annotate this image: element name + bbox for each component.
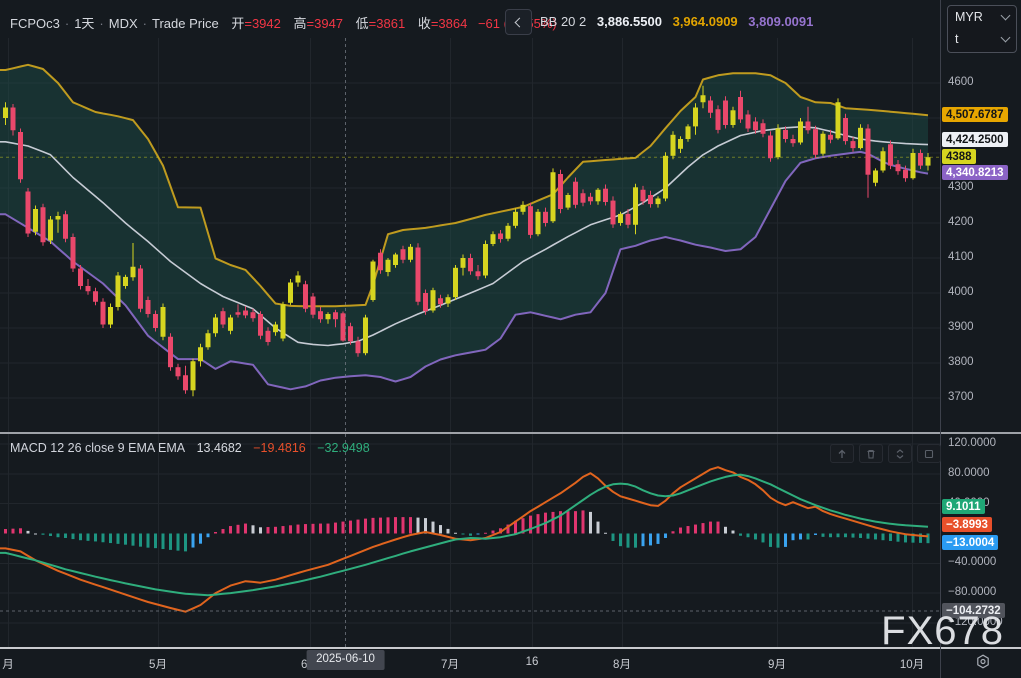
macd-axis-label: −40.0000	[948, 556, 996, 568]
macd-label[interactable]: MACD 12 26 close 9 EMA EMA	[10, 441, 185, 455]
macd-pane-toolbar	[830, 444, 941, 463]
price-axis[interactable]: 4600 4300 4200 4100 4000 3900 3800 3700 120.0000…	[941, 0, 1021, 648]
interval-label[interactable]: 1天	[74, 16, 94, 31]
legend-separator: ·	[65, 16, 69, 31]
chevron-down-icon	[1001, 33, 1011, 43]
chart-legend: FCPOc3·1天·MDX·Trade Price 开=3942 高=3947 …	[10, 13, 557, 32]
price-axis-separator	[940, 0, 941, 678]
time-axis-label: 16	[526, 656, 539, 668]
price-axis-label: 4200	[948, 216, 974, 228]
time-axis[interactable]: 月5月6月7月168月9月10月2025-06-10	[0, 649, 1021, 678]
bb-lower-value: 3,809.0091	[748, 14, 813, 29]
time-axis-label: 10月	[900, 656, 924, 672]
high-label: 高	[294, 16, 307, 31]
macd-axis-label: −80.0000	[948, 586, 996, 598]
symbol-name[interactable]: FCPOc3	[10, 16, 60, 31]
price-axis-label: 3700	[948, 391, 974, 403]
close-value: =3864	[431, 16, 468, 31]
bb-middle-value: 3,886.5500	[597, 14, 662, 29]
bb-lower-badge: 4,340.8213	[942, 165, 1008, 180]
price-axis-label: 4000	[948, 286, 974, 298]
bb-middle-badge: 4,424.2500	[942, 132, 1008, 147]
unit-dropdown[interactable]: t	[948, 28, 1016, 50]
macd-line-value: −19.4816	[253, 441, 305, 455]
fx678-watermark: FX678	[881, 609, 1004, 654]
macd-signal-value: −32.9498	[317, 441, 369, 455]
pane-divider[interactable]	[0, 432, 1021, 434]
collapse-pane-button[interactable]	[888, 444, 912, 463]
time-axis-label: 9月	[768, 656, 786, 672]
bb-upper-badge: 4,507.6787	[942, 107, 1008, 122]
legend-back-button[interactable]	[505, 9, 532, 35]
histogram-value-badge: −13.0004	[942, 535, 998, 550]
low-label: 低	[356, 16, 369, 31]
time-axis-settings-button[interactable]	[974, 653, 992, 676]
macd-axis-label: 80.0000	[948, 467, 990, 479]
currency-value: MYR	[955, 10, 983, 24]
price-axis-label: 3900	[948, 321, 974, 333]
currency-dropdown[interactable]: MYR	[948, 6, 1016, 28]
maximize-icon	[923, 448, 935, 460]
time-axis-label: 月	[2, 656, 14, 672]
low-value: =3861	[369, 16, 406, 31]
chevron-left-icon	[515, 17, 525, 27]
chart-canvas[interactable]	[0, 0, 940, 648]
close-label: 收	[418, 16, 431, 31]
price-axis-label: 4600	[948, 76, 974, 88]
gear-icon	[974, 653, 992, 671]
currency-unit-selector: MYR t	[947, 5, 1017, 53]
time-axis-label: 5月	[149, 656, 167, 672]
move-pane-up-button[interactable]	[830, 444, 854, 463]
delete-indicator-button[interactable]	[859, 444, 883, 463]
trading-chart-window: FCPOc3·1天·MDX·Trade Price 开=3942 高=3947 …	[0, 0, 1021, 678]
price-axis-label: 3800	[948, 356, 974, 368]
collapse-icon	[894, 448, 906, 460]
series-type-label: Trade Price	[152, 16, 219, 31]
signal-value-badge: 9.1011	[942, 499, 985, 514]
last-price-badge: 4388	[942, 149, 976, 164]
bb-upper-value: 3,964.0909	[673, 14, 738, 29]
trash-icon	[865, 448, 877, 460]
macd-indicator-legend: MACD 12 26 close 9 EMA EMA 13.4682 −19.4…	[10, 441, 378, 455]
maximize-pane-button[interactable]	[917, 444, 941, 463]
exchange-label: MDX	[109, 16, 138, 31]
crosshair-date-badge: 2025-06-10	[306, 650, 385, 670]
high-value: =3947	[307, 16, 344, 31]
arrow-up-icon	[836, 448, 848, 460]
unit-value: t	[955, 32, 958, 46]
price-axis-label: 4300	[948, 181, 974, 193]
macd-hist-value: 13.4682	[197, 441, 242, 455]
macd-axis-label: 120.0000	[948, 437, 996, 449]
time-axis-label: 7月	[441, 656, 459, 672]
price-axis-label: 4100	[948, 251, 974, 263]
time-axis-label: 8月	[613, 656, 631, 672]
macd-value-badge: −3.8993	[942, 517, 992, 532]
chevron-down-icon	[1001, 11, 1011, 21]
bb-indicator-legend: BB 20 2 3,886.5500 3,964.0909 3,809.0091	[540, 14, 820, 29]
open-label: 开	[231, 16, 244, 31]
open-value: =3942	[244, 16, 281, 31]
bb-label[interactable]: BB 20 2	[540, 14, 586, 29]
